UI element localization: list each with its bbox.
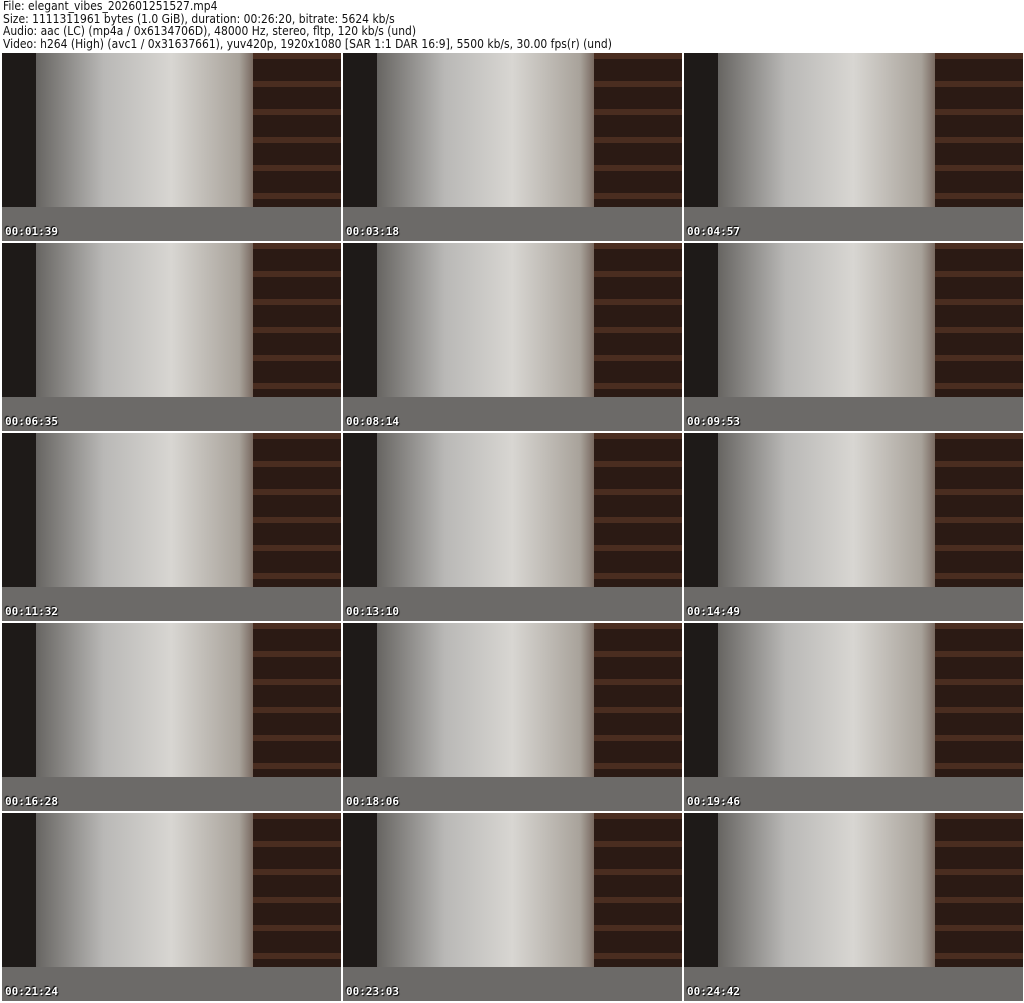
thumbnail[interactable]: 00:08:14 bbox=[343, 243, 682, 431]
timestamp: 00:04:57 bbox=[687, 225, 740, 238]
timestamp: 00:03:18 bbox=[346, 225, 399, 238]
thumbnail[interactable]: 00:11:32 bbox=[2, 433, 341, 621]
timestamp: 00:11:32 bbox=[5, 605, 58, 618]
timestamp: 00:01:39 bbox=[5, 225, 58, 238]
thumbnail[interactable]: 00:01:39 bbox=[2, 53, 341, 241]
timestamp: 00:21:24 bbox=[5, 985, 58, 998]
thumbnail[interactable]: 00:21:24 bbox=[2, 813, 341, 1001]
video-info: Video: h264 (High) (avc1 / 0x31637661), … bbox=[3, 35, 612, 51]
timestamp: 00:09:53 bbox=[687, 415, 740, 428]
timestamp: 00:14:49 bbox=[687, 605, 740, 618]
thumbnail[interactable]: 00:23:03 bbox=[343, 813, 682, 1001]
thumbnail[interactable]: 00:04:57 bbox=[684, 53, 1023, 241]
timestamp: 00:16:28 bbox=[5, 795, 58, 808]
thumbnail[interactable]: 00:24:42 bbox=[684, 813, 1023, 1001]
thumbnail-grid: 00:01:39 00:03:18 00:04:57 00:06:35 00:08:14… bbox=[2, 53, 1023, 1001]
thumbnail[interactable]: 00:18:06 bbox=[343, 623, 682, 811]
thumbnail[interactable]: 00:16:28 bbox=[2, 623, 341, 811]
thumbnail[interactable]: 00:06:35 bbox=[2, 243, 341, 431]
thumbnail[interactable]: 00:14:49 bbox=[684, 433, 1023, 621]
timestamp: 00:24:42 bbox=[687, 985, 740, 998]
file-info: File: elegant_vibes_202601251527.mp4 Siz… bbox=[3, 0, 612, 50]
thumbnail[interactable]: 00:19:46 bbox=[684, 623, 1023, 811]
thumbnail[interactable]: 00:13:10 bbox=[343, 433, 682, 621]
thumbnail[interactable]: 00:09:53 bbox=[684, 243, 1023, 431]
timestamp: 00:06:35 bbox=[5, 415, 58, 428]
timestamp: 00:18:06 bbox=[346, 795, 399, 808]
timestamp: 00:13:10 bbox=[346, 605, 399, 618]
timestamp: 00:19:46 bbox=[687, 795, 740, 808]
thumbnail[interactable]: 00:03:18 bbox=[343, 53, 682, 241]
timestamp: 00:23:03 bbox=[346, 985, 399, 998]
timestamp: 00:08:14 bbox=[346, 415, 399, 428]
